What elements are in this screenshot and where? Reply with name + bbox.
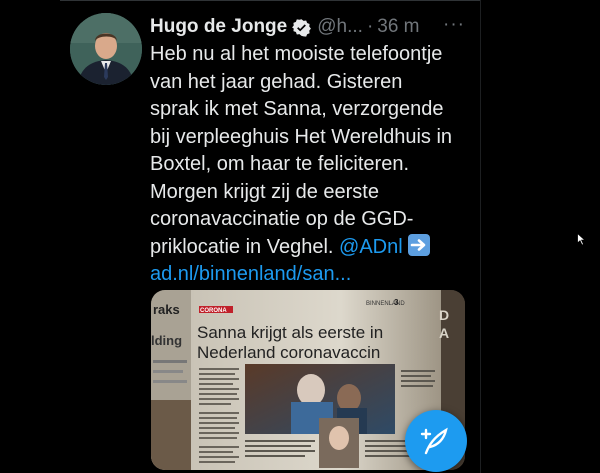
newspaper-headline: Nederland coronavaccin — [197, 343, 380, 362]
tweet-text-line: coronavaccinatie op de GGD- — [150, 208, 414, 230]
right-arrow-emoji-icon — [408, 233, 431, 256]
newspaper-left-text: lding — [151, 333, 182, 348]
avatar[interactable] — [70, 13, 142, 85]
newspaper-kicker: CORONA — [200, 308, 227, 314]
verified-badge-icon — [292, 18, 312, 37]
author-name[interactable]: Hugo de Jonge — [150, 16, 287, 38]
newspaper-page-number: 3 — [394, 298, 399, 307]
tweet-text-line: Boxtel, om haar te feliciteren. — [150, 153, 410, 175]
compose-tweet-button[interactable] — [405, 410, 467, 472]
svg-text:A: A — [439, 325, 449, 341]
tweet-header: Hugo de Jonge @h... · 36 m — [150, 14, 420, 40]
tweet-text-line: Heb nu al het mooiste telefoontje — [150, 43, 443, 65]
tweet-text: Heb nu al het mooiste telefoontje van he… — [150, 41, 480, 289]
url-link[interactable]: ad.nl/binnenland/san... — [150, 263, 351, 285]
tweet-text-line: sprak ik met Sanna, verzorgende — [150, 98, 444, 120]
tweet-text-line: van het jaar gehad. Gisteren — [150, 70, 403, 93]
tweet-text-line: Morgen krijgt zij de eerste — [150, 180, 379, 203]
tweet-text-segment: priklocatie in Veghel. — [150, 235, 334, 258]
compose-tweet-icon — [420, 427, 448, 455]
timestamp[interactable]: 36 m — [377, 16, 419, 38]
svg-text:D: D — [439, 307, 449, 323]
newspaper-headline: Sanna krijgt als eerste in — [197, 323, 383, 342]
newspaper-left-text: raks — [153, 302, 180, 317]
tweet[interactable]: Hugo de Jonge @h... · 36 m ··· Heb nu al… — [60, 1, 480, 473]
separator-dot: · — [366, 16, 374, 37]
more-options-button[interactable]: ··· — [443, 14, 465, 36]
author-handle[interactable]: @h... — [317, 16, 363, 38]
newspaper-section: BINNENLAND — [366, 301, 405, 307]
column-divider — [480, 0, 481, 473]
tweet-text-line: bij verpleeghuis Het Wereldhuis in — [150, 125, 453, 148]
tweet-text-line: priklocatie in Veghel. @ADnl — [150, 233, 480, 262]
mention-link[interactable]: @ADnl — [339, 236, 403, 258]
mouse-pointer-icon — [577, 232, 587, 251]
